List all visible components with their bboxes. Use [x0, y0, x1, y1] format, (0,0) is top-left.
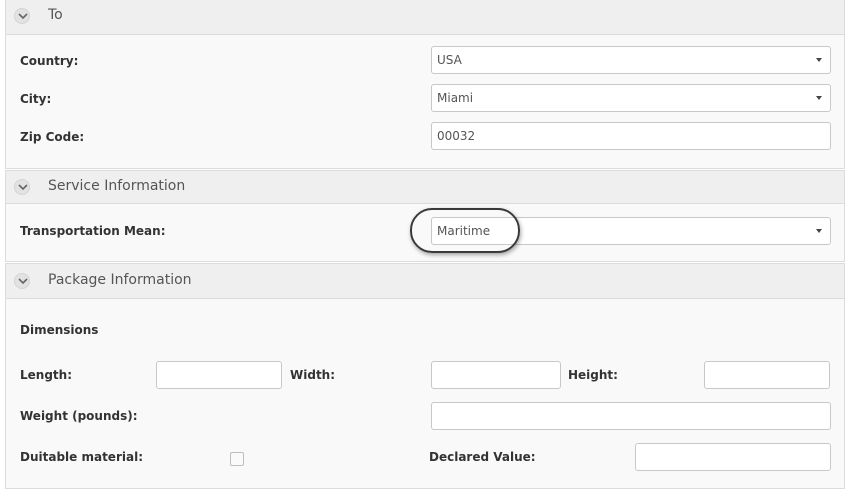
length-input[interactable] [156, 361, 282, 389]
chevron-down-icon[interactable] [14, 8, 30, 24]
declared-value-label: Declared Value: [429, 450, 536, 464]
height-label: Height: [568, 368, 618, 382]
city-label: City: [20, 92, 52, 106]
length-label: Length: [20, 368, 72, 382]
zip-code-input[interactable]: 00032 [431, 122, 831, 150]
width-input[interactable] [431, 361, 561, 389]
dimensions-heading: Dimensions [20, 323, 99, 337]
service-information-header[interactable]: Service Information [6, 171, 844, 204]
width-label: Width: [290, 368, 336, 382]
caret-down-icon [816, 229, 822, 233]
to-panel-header[interactable]: To [6, 0, 844, 35]
weight-label: Weight (pounds): [20, 409, 138, 423]
dutiable-material-label: Duitable material: [20, 450, 143, 464]
panel-title-to: To [48, 7, 63, 23]
package-information-panel: Package Information Dimensions Length: W… [5, 263, 845, 489]
city-select[interactable]: Miami [431, 84, 831, 112]
country-select[interactable]: USA [431, 46, 831, 74]
panel-title-package-information: Package Information [48, 272, 192, 288]
highlight-annotation [410, 208, 520, 253]
zip-code-value: 00032 [437, 129, 476, 143]
to-panel: To Country: USA City: Miami Zip Code: 00… [5, 0, 845, 169]
country-label: Country: [20, 54, 79, 68]
city-value: Miami [437, 91, 474, 105]
weight-input[interactable] [431, 402, 831, 430]
chevron-down-icon[interactable] [14, 273, 30, 289]
transportation-mean-label: Transportation Mean: [20, 224, 166, 238]
country-value: USA [437, 53, 462, 67]
zip-code-label: Zip Code: [20, 130, 85, 144]
caret-down-icon [816, 96, 822, 100]
dutiable-material-checkbox[interactable] [230, 452, 244, 466]
caret-down-icon [816, 58, 822, 62]
height-input[interactable] [704, 361, 830, 389]
panel-title-service-information: Service Information [48, 178, 186, 194]
declared-value-input[interactable] [635, 443, 831, 471]
package-information-header[interactable]: Package Information [6, 264, 844, 299]
chevron-down-icon[interactable] [14, 179, 30, 195]
